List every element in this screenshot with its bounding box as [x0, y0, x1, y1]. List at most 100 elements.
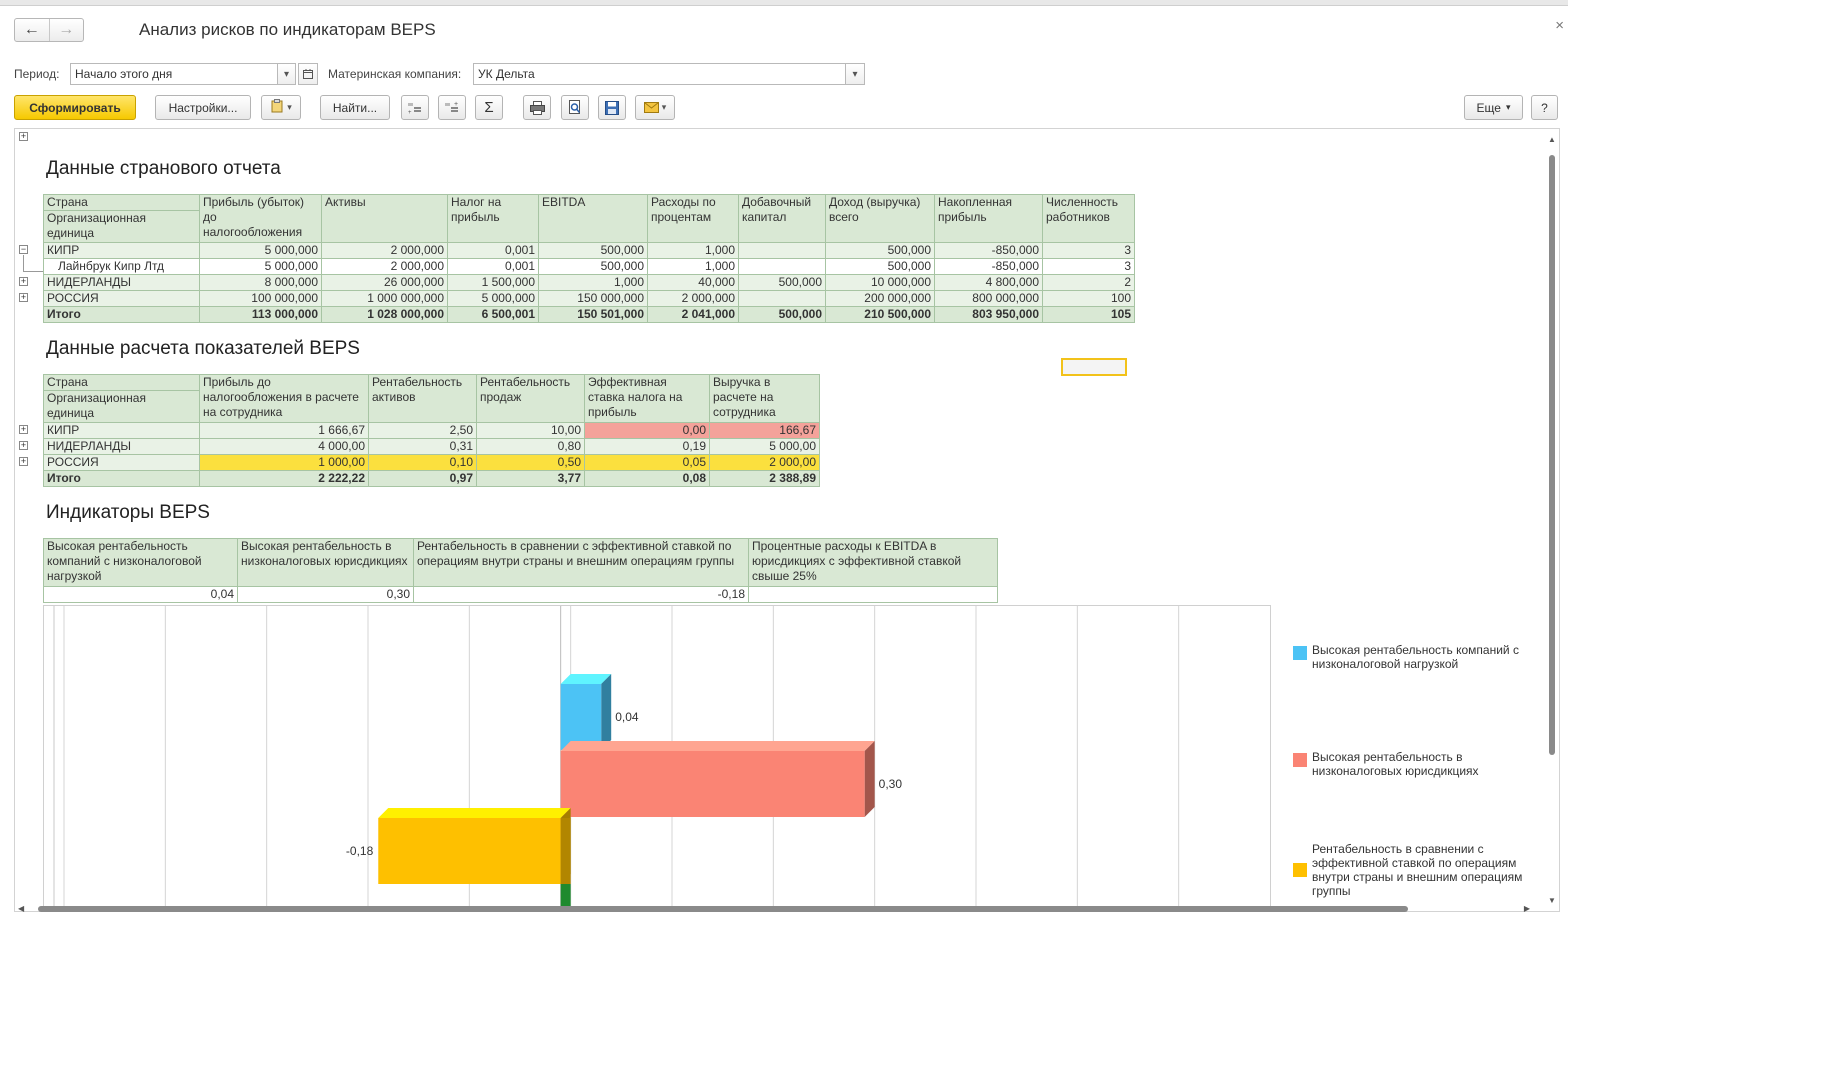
scroll-up-icon[interactable]: ▲ [1548, 135, 1556, 144]
column-header: Высокая рентабельность компаний с низкон… [43, 538, 238, 587]
variants-menu-button[interactable]: ▾ [261, 95, 301, 120]
table-row[interactable]: Лайнбрук Кипр Лтд 5 000,000 2 000,000 0,00… [43, 258, 1135, 275]
column-header: Добавочный капитал [738, 194, 826, 243]
column-header: Прибыль (убыток) до налогообложения [199, 194, 322, 243]
period-dropdown-icon[interactable]: ▾ [277, 63, 296, 85]
expand-groups-button[interactable]: + [401, 95, 429, 120]
bar [560, 684, 602, 750]
legend-swatch [1293, 863, 1307, 877]
envelope-icon [643, 102, 659, 113]
beps-calc-table: Страна Организационная единица Прибыль д… [43, 374, 820, 487]
highlight-cell: 0,50 [476, 454, 585, 471]
send-email-button[interactable]: ▾ [635, 95, 675, 120]
sum-icon[interactable]: Σ [475, 95, 503, 120]
table-row[interactable]: НИДЕРЛАНДЫ 8 000,000 26 000,000 1 500,000 1… [43, 274, 1135, 291]
scroll-thumb[interactable] [1549, 155, 1555, 755]
table-row[interactable]: КИПР 1 666,67 2,50 10,00 0,00 166,67 [43, 422, 820, 439]
highlight-cell: 0,10 [368, 454, 477, 471]
preview-button[interactable] [561, 95, 589, 120]
section-title-country-report: Данные странового отчета [46, 158, 281, 179]
bar-top [378, 808, 571, 818]
collapse-groups-button[interactable]: + [438, 95, 466, 120]
highlight-cell: 0,00 [584, 422, 710, 439]
tree-line [23, 271, 43, 272]
window-top-border [0, 0, 1568, 6]
period-field[interactable]: Начало этого дня [70, 63, 278, 85]
column-header: Доход (выручка) всего [825, 194, 935, 243]
column-header: Численность работников [1042, 194, 1135, 243]
scroll-down-icon[interactable]: ▼ [1548, 896, 1556, 905]
column-header: EBITDA [538, 194, 648, 243]
generate-button[interactable]: Сформировать [14, 95, 136, 120]
save-button[interactable] [598, 95, 626, 120]
collapse-group-icon[interactable]: − [19, 245, 28, 254]
expand-group-icon[interactable]: + [19, 293, 28, 302]
svg-text:+: + [454, 101, 458, 108]
column-header: Накопленная прибыль [934, 194, 1043, 243]
country-report-table: Страна Организационная единица Прибыль (… [43, 194, 1135, 323]
expand-group-icon[interactable]: + [19, 441, 28, 450]
section-title-beps-indicators: Индикаторы BEPS [46, 502, 210, 523]
scroll-right-icon[interactable]: ▶ [1524, 904, 1530, 913]
print-button[interactable] [523, 95, 551, 120]
parent-company-dropdown-icon[interactable]: ▾ [845, 63, 865, 85]
parent-company-label: Материнская компания: [328, 67, 462, 81]
find-button[interactable]: Найти... [320, 95, 390, 120]
header-country-unit: Страна Организационная единица [43, 194, 200, 243]
table-row[interactable]: РОССИЯ 1 000,00 0,10 0,50 0,05 2 000,00 [43, 454, 820, 471]
svg-text:+: + [408, 110, 412, 115]
tree-line [23, 255, 24, 272]
data-label: 0,04 [615, 710, 639, 724]
legend-item: Рентабельность в сравнении с эффективной… [1293, 842, 1553, 898]
data-label: -0,18 [346, 844, 374, 858]
collapse-groups-icon: + [445, 101, 458, 112]
close-icon[interactable]: × [1555, 17, 1564, 34]
table-row[interactable]: 0,04 0,30 -0,18 [43, 586, 998, 603]
chevron-down-icon: ▾ [661, 102, 667, 112]
chart-wall [53, 595, 65, 911]
settings-button[interactable]: Настройки... [155, 95, 251, 120]
beps-indicators-chart: 0,04 0,30 -0,18 [43, 595, 1281, 911]
forward-arrow-icon[interactable]: → [48, 19, 84, 41]
column-header: Выручка в расчете на сотрудника [709, 374, 820, 423]
beps-indicators-table: Высокая рентабельность компаний с низкон… [43, 538, 998, 603]
page-title: Анализ рисков по индикаторам BEPS [139, 20, 436, 39]
highlight-cell: 0,05 [584, 454, 710, 471]
column-header: Высокая рентабельность в низконалоговых … [237, 538, 414, 587]
expand-all-icon[interactable]: + [19, 132, 28, 141]
table-row[interactable]: НИДЕРЛАНДЫ 4 000,00 0,31 0,80 0,19 5 000… [43, 438, 820, 455]
calendar-icon[interactable] [298, 63, 318, 85]
expand-group-icon[interactable]: + [19, 457, 28, 466]
expand-group-icon[interactable]: + [19, 277, 28, 286]
scroll-left-icon[interactable]: ◀ [18, 904, 24, 913]
scroll-thumb[interactable] [38, 906, 1408, 912]
expand-groups-icon: + [408, 102, 421, 115]
bar-side [864, 741, 875, 817]
highlight-cell: 1 000,00 [199, 454, 369, 471]
horizontal-scrollbar[interactable]: ◀ ▶ [14, 904, 1544, 914]
table-row[interactable]: РОССИЯ 100 000,000 1 000 000,000 5 000,000… [43, 290, 1135, 307]
report-spreadsheet[interactable]: + Данные странового отчета Страна Органи… [14, 128, 1560, 912]
table-total-row: Итого 2 222,22 0,97 3,77 0,08 2 388,89 [43, 470, 820, 487]
table-row[interactable]: КИПР 5 000,000 2 000,000 0,001 500,000 1,000… [43, 242, 1135, 259]
column-header: Процентные расходы к EBITDA в юрисдикция… [748, 538, 998, 587]
more-menu-button[interactable]: Еще ▾ [1464, 95, 1523, 120]
chevron-down-icon: ▾ [1505, 102, 1511, 112]
help-button[interactable]: ? [1531, 95, 1558, 120]
parent-company-field[interactable]: УК Дельта [473, 63, 846, 85]
column-header: Рентабельность в сравнении с эффективной… [413, 538, 749, 587]
column-header: Расходы по процентам [647, 194, 739, 243]
expand-group-icon[interactable]: + [19, 425, 28, 434]
floppy-disk-icon [605, 100, 619, 115]
chart-plot: 0,04 0,30 -0,18 [53, 595, 1281, 911]
selected-cell[interactable] [1061, 358, 1127, 376]
table-total-row: Итого 113 000,000 1 028 000,000 6 500,001 1… [43, 306, 1135, 323]
vertical-scrollbar[interactable]: ▲ ▼ [1547, 135, 1557, 905]
back-arrow-icon[interactable]: ← [15, 19, 49, 41]
header-country-unit: Страна Организационная единица [43, 374, 200, 423]
navigation-buttons: ← → [14, 18, 84, 42]
column-header: Активы [321, 194, 448, 243]
more-label: Еще [1476, 100, 1501, 115]
data-label: 0,30 [879, 777, 903, 791]
column-header: Рентабельность активов [368, 374, 477, 423]
